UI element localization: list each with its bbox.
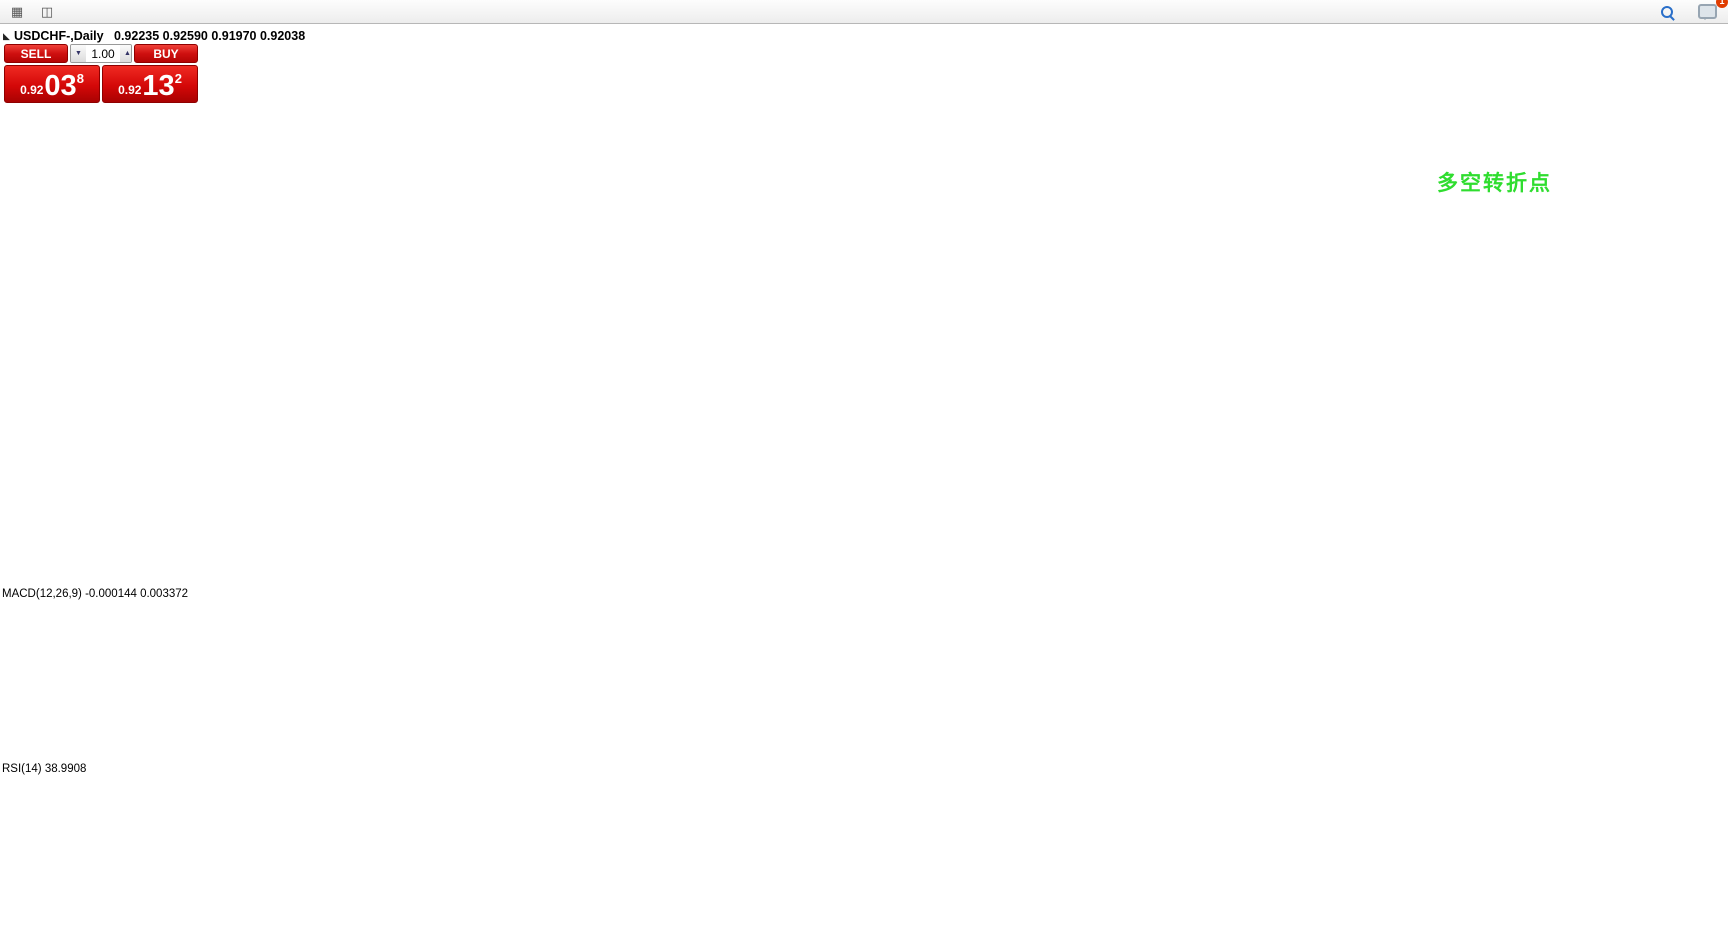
toolbar-groups: ▦◫: [2, 1, 62, 23]
chart-window[interactable]: ◣ USDCHF-,Daily 0.92235 0.92590 0.91970 …: [0, 24, 1728, 944]
open-profile-icon: ◫: [41, 5, 53, 18]
toolbar: ▦◫ 1: [0, 0, 1728, 24]
new-chart-button[interactable]: ▦: [2, 1, 32, 23]
buy-price-prefix: 0.92: [118, 83, 141, 97]
toolbar-group: ▦◫: [2, 1, 62, 23]
search-button[interactable]: [1652, 1, 1682, 23]
sell-price-main: 03: [44, 74, 76, 99]
sell-button[interactable]: SELL: [4, 44, 68, 63]
chart-ohlc-readout: 0.92235 0.92590 0.91970 0.92038: [114, 29, 305, 43]
volume-input[interactable]: [86, 45, 120, 62]
trend-note-text: 多空转折点: [1437, 171, 1552, 195]
chart-canvas[interactable]: ◣ USDCHF-,Daily 0.92235 0.92590 0.91970 …: [0, 24, 1728, 944]
buy-price-main: 13: [142, 74, 174, 99]
rsi-label: RSI(14) 38.9908: [2, 763, 86, 775]
toolbar-right: 1: [1652, 1, 1722, 23]
buy-price-pip: 2: [175, 71, 182, 86]
open-profile-button[interactable]: ◫: [32, 1, 62, 23]
volume-spinner: ▼ ▲: [70, 44, 132, 63]
notification-badge: 1: [1716, 0, 1728, 8]
chat-bubble-icon: [1698, 4, 1717, 19]
one-click-trading-panel: SELL ▼ ▲ BUY 0.92 03 8 0.92 13 2: [4, 44, 198, 103]
chart-type-icon: ◣: [3, 31, 10, 41]
sell-price-display[interactable]: 0.92 03 8: [4, 65, 100, 103]
search-icon: [1661, 6, 1673, 18]
sell-price-pip: 8: [77, 71, 84, 86]
buy-button[interactable]: BUY: [134, 44, 198, 63]
macd-label: MACD(12,26,9) -0.000144 0.003372: [2, 588, 188, 600]
buy-price-display[interactable]: 0.92 13 2: [102, 65, 198, 103]
chart-title: USDCHF-,Daily: [14, 29, 104, 43]
notifications-button[interactable]: 1: [1692, 1, 1722, 23]
sell-price-prefix: 0.92: [20, 83, 43, 97]
volume-down-button[interactable]: ▼: [71, 45, 86, 62]
new-chart-icon: ▦: [11, 5, 23, 18]
volume-up-button[interactable]: ▲: [120, 45, 132, 62]
